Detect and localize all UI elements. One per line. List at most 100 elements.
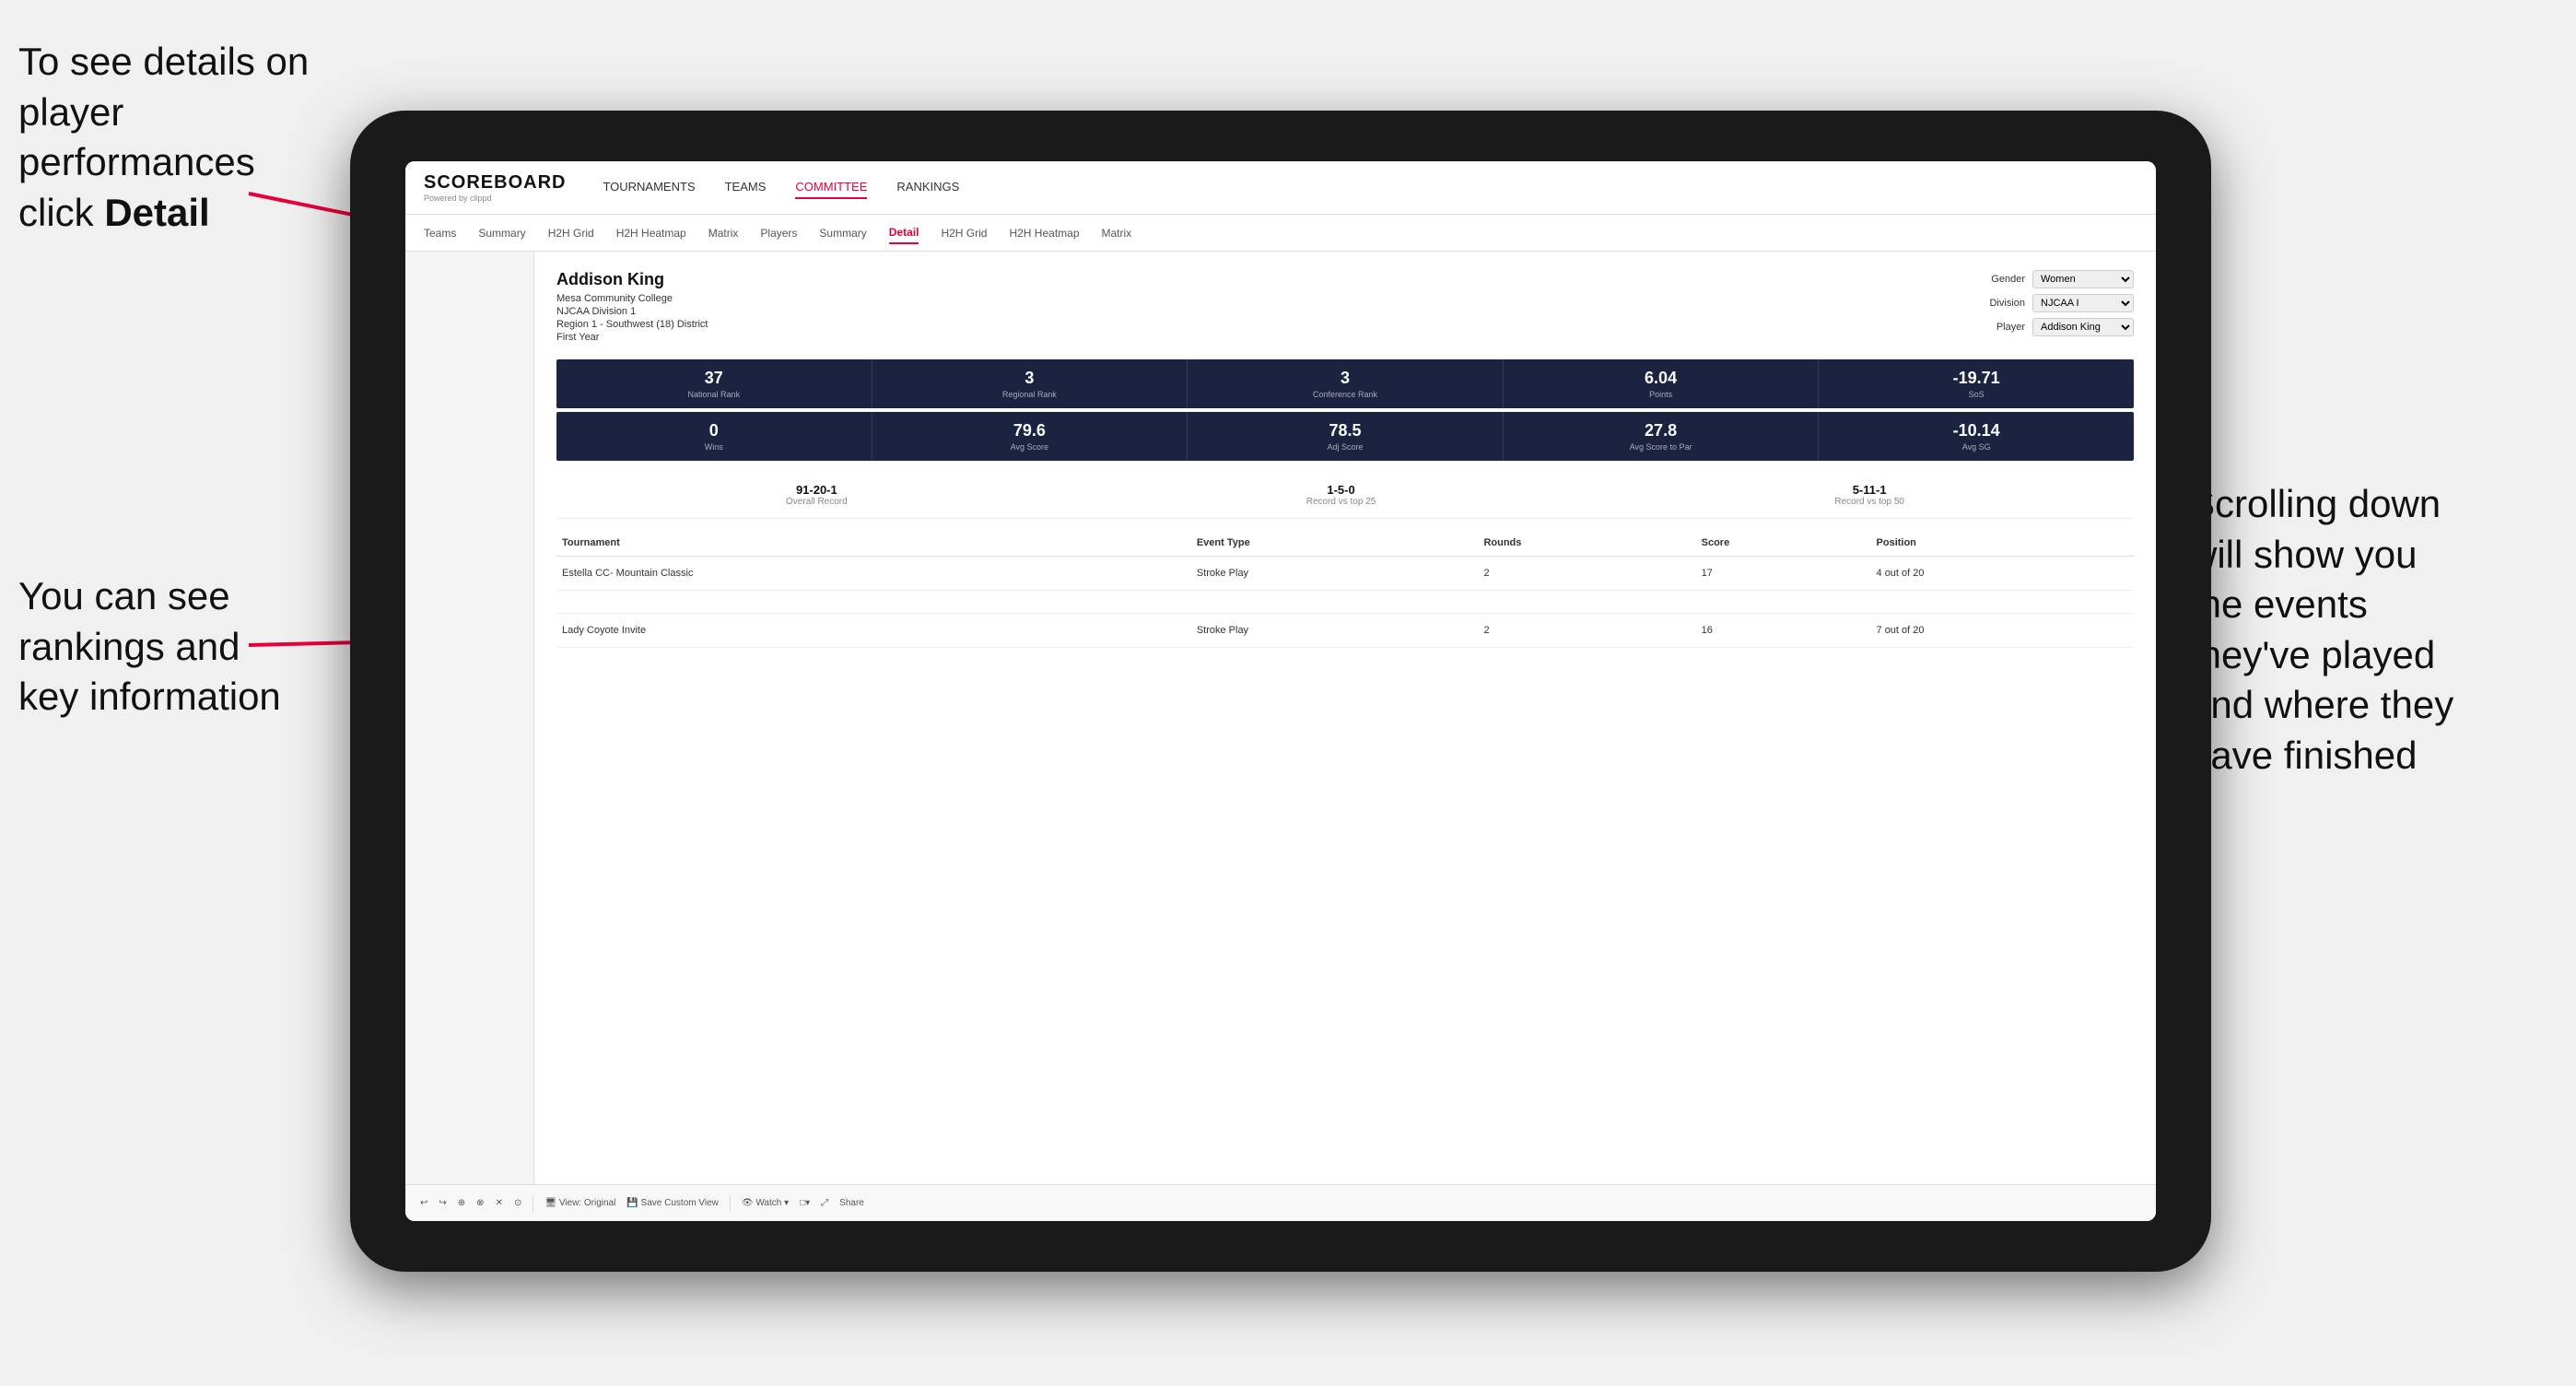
subnav-h2hgrid[interactable]: H2H Grid <box>548 223 594 243</box>
player-select[interactable]: Addison King <box>2032 318 2134 336</box>
player-year: First Year <box>556 332 708 343</box>
col-eventtype: Event Type <box>1191 530 1479 557</box>
record-item-1: 1-5-0Record vs top 25 <box>1306 483 1376 507</box>
record-item-0: 91-20-1Overall Record <box>786 483 848 507</box>
toolbar-view-original[interactable]: 🖥 View: Original <box>544 1198 615 1208</box>
cell-rounds-1 <box>1478 591 1695 614</box>
player-header: Addison King Mesa Community College NJCA… <box>556 270 2134 345</box>
division-label: Division <box>1974 298 2025 309</box>
stats-row-1: 37National Rank3Regional Rank3Conference… <box>556 359 2134 408</box>
subnav-h2hheatmap[interactable]: H2H Heatmap <box>616 223 686 243</box>
annotation-top-left: To see details on player performances cl… <box>18 37 332 238</box>
col-score: Score <box>1696 530 1871 557</box>
player-region: Region 1 - Southwest (18) District <box>556 319 708 330</box>
subnav-h2hgrid2[interactable]: H2H Grid <box>941 223 987 243</box>
subnav-matrix2[interactable]: Matrix <box>1102 223 1132 243</box>
stat-cell-row2-3: 27.8Avg Score to Par <box>1504 412 1820 461</box>
cell-score-1 <box>1696 591 1871 614</box>
col-tournament: Tournament <box>556 530 1191 557</box>
subnav-players[interactable]: Players <box>760 223 797 243</box>
subnav-teams[interactable]: Teams <box>424 223 456 243</box>
table-row-1 <box>556 591 2134 614</box>
nav-tournaments[interactable]: TOURNAMENTS <box>603 176 695 199</box>
stats-row-2: 0Wins79.6Avg Score78.5Adj Score27.8Avg S… <box>556 412 2134 461</box>
record-item-2: 5-11-1Record vs top 50 <box>1834 483 1904 507</box>
toolbar-redo[interactable]: ↪ <box>439 1198 446 1208</box>
toolbar-screen[interactable]: □▾ <box>800 1198 810 1208</box>
cell-position-2: 7 out of 20 <box>1871 614 2134 648</box>
table-row-2: Lady Coyote Invite Stroke Play 2 16 7 ou… <box>556 614 2134 648</box>
gender-select[interactable]: Women <box>2032 270 2134 288</box>
sub-nav: Teams Summary H2H Grid H2H Heatmap Matri… <box>405 215 2156 252</box>
stat-cell-row1-1: 3Regional Rank <box>872 359 1188 408</box>
cell-eventtype-1 <box>1191 591 1479 614</box>
cell-tournament-1 <box>556 591 1191 614</box>
bottom-toolbar: ↩ ↪ ⊕ ⊗ ✕ ⊙ 🖥 View: Original 💾 Save Cust… <box>405 1184 2156 1221</box>
stat-cell-row1-2: 3Conference Rank <box>1188 359 1504 408</box>
content-area: Addison King Mesa Community College NJCA… <box>534 252 2156 1184</box>
cell-position-1 <box>1871 591 2134 614</box>
toolbar-watch[interactable]: 👁 Watch ▾ <box>742 1198 789 1208</box>
stat-cell-row2-4: -10.14Avg SG <box>1819 412 2134 461</box>
logo-title: SCOREBOARD <box>424 172 566 194</box>
cell-rounds-2: 2 <box>1478 614 1695 648</box>
player-info-right: Gender Women Division NJCAA I <box>1974 270 2134 345</box>
subnav-matrix[interactable]: Matrix <box>708 223 739 243</box>
subnav-h2hheatmap2[interactable]: H2H Heatmap <box>1009 223 1079 243</box>
gender-label: Gender <box>1974 274 2025 285</box>
cell-tournament-0: Estella CC- Mountain Classic <box>556 557 1191 591</box>
cell-score-0: 17 <box>1696 557 1871 591</box>
events-table: Tournament Event Type Rounds Score Posit… <box>556 530 2134 648</box>
tablet-frame: SCOREBOARD Powered by clippd TOURNAMENTS… <box>350 111 2211 1272</box>
player-info-left: Addison King Mesa Community College NJCA… <box>556 270 708 345</box>
gender-row: Gender Women <box>1974 270 2134 288</box>
nav-items: TOURNAMENTS TEAMS COMMITTEE RANKINGS <box>603 176 959 199</box>
left-sidebar <box>405 252 534 1184</box>
logo-area: SCOREBOARD Powered by clippd <box>424 172 566 203</box>
toolbar-settings[interactable]: ⊙ <box>514 1198 521 1208</box>
stat-cell-row1-4: -19.71SoS <box>1819 359 2134 408</box>
subnav-summary2[interactable]: Summary <box>819 223 866 243</box>
player-row: Player Addison King <box>1974 318 2134 336</box>
annotation-bottom-left: You can see rankings and key information <box>18 571 350 722</box>
tablet-screen: SCOREBOARD Powered by clippd TOURNAMENTS… <box>405 161 2156 1221</box>
toolbar-undo[interactable]: ↩ <box>420 1198 427 1208</box>
stat-cell-row2-2: 78.5Adj Score <box>1188 412 1504 461</box>
player-label: Player <box>1974 322 2025 333</box>
nav-rankings[interactable]: RANKINGS <box>896 176 959 199</box>
cell-position-0: 4 out of 20 <box>1871 557 2134 591</box>
logo-subtitle: Powered by clippd <box>424 194 566 203</box>
cell-eventtype-2: Stroke Play <box>1191 614 1479 648</box>
col-rounds: Rounds <box>1478 530 1695 557</box>
top-nav: SCOREBOARD Powered by clippd TOURNAMENTS… <box>405 161 2156 215</box>
subnav-detail[interactable]: Detail <box>889 222 919 244</box>
cell-tournament-2: Lady Coyote Invite <box>556 614 1191 648</box>
stat-cell-row2-0: 0Wins <box>556 412 872 461</box>
toolbar-remove[interactable]: ⊗ <box>476 1198 484 1208</box>
toolbar-sep-2 <box>730 1194 731 1213</box>
stat-cell-row1-3: 6.04Points <box>1504 359 1820 408</box>
stat-cell-row2-1: 79.6Avg Score <box>872 412 1188 461</box>
records-row: 91-20-1Overall Record 1-5-0Record vs top … <box>556 472 2134 519</box>
col-position: Position <box>1871 530 2134 557</box>
table-row-0: Estella CC- Mountain Classic Stroke Play… <box>556 557 2134 591</box>
toolbar-expand[interactable]: ⤢ <box>821 1198 828 1208</box>
stat-cell-row1-0: 37National Rank <box>556 359 872 408</box>
division-row: Division NJCAA I <box>1974 294 2134 312</box>
cell-eventtype-0: Stroke Play <box>1191 557 1479 591</box>
main-content: Addison King Mesa Community College NJCA… <box>405 252 2156 1184</box>
player-name: Addison King <box>556 270 708 289</box>
player-division: NJCAA Division 1 <box>556 306 708 317</box>
cell-score-2: 16 <box>1696 614 1871 648</box>
player-college: Mesa Community College <box>556 293 708 304</box>
nav-teams[interactable]: TEAMS <box>725 176 767 199</box>
toolbar-close[interactable]: ✕ <box>496 1198 503 1208</box>
toolbar-share[interactable]: Share <box>839 1198 864 1208</box>
cell-rounds-0: 2 <box>1478 557 1695 591</box>
toolbar-save-custom[interactable]: 💾 Save Custom View <box>626 1198 719 1208</box>
toolbar-add[interactable]: ⊕ <box>458 1198 465 1208</box>
subnav-summary[interactable]: Summary <box>478 223 525 243</box>
annotation-right: Scrolling down will show you the events … <box>2189 479 2558 781</box>
nav-committee[interactable]: COMMITTEE <box>795 176 867 199</box>
division-select[interactable]: NJCAA I <box>2032 294 2134 312</box>
